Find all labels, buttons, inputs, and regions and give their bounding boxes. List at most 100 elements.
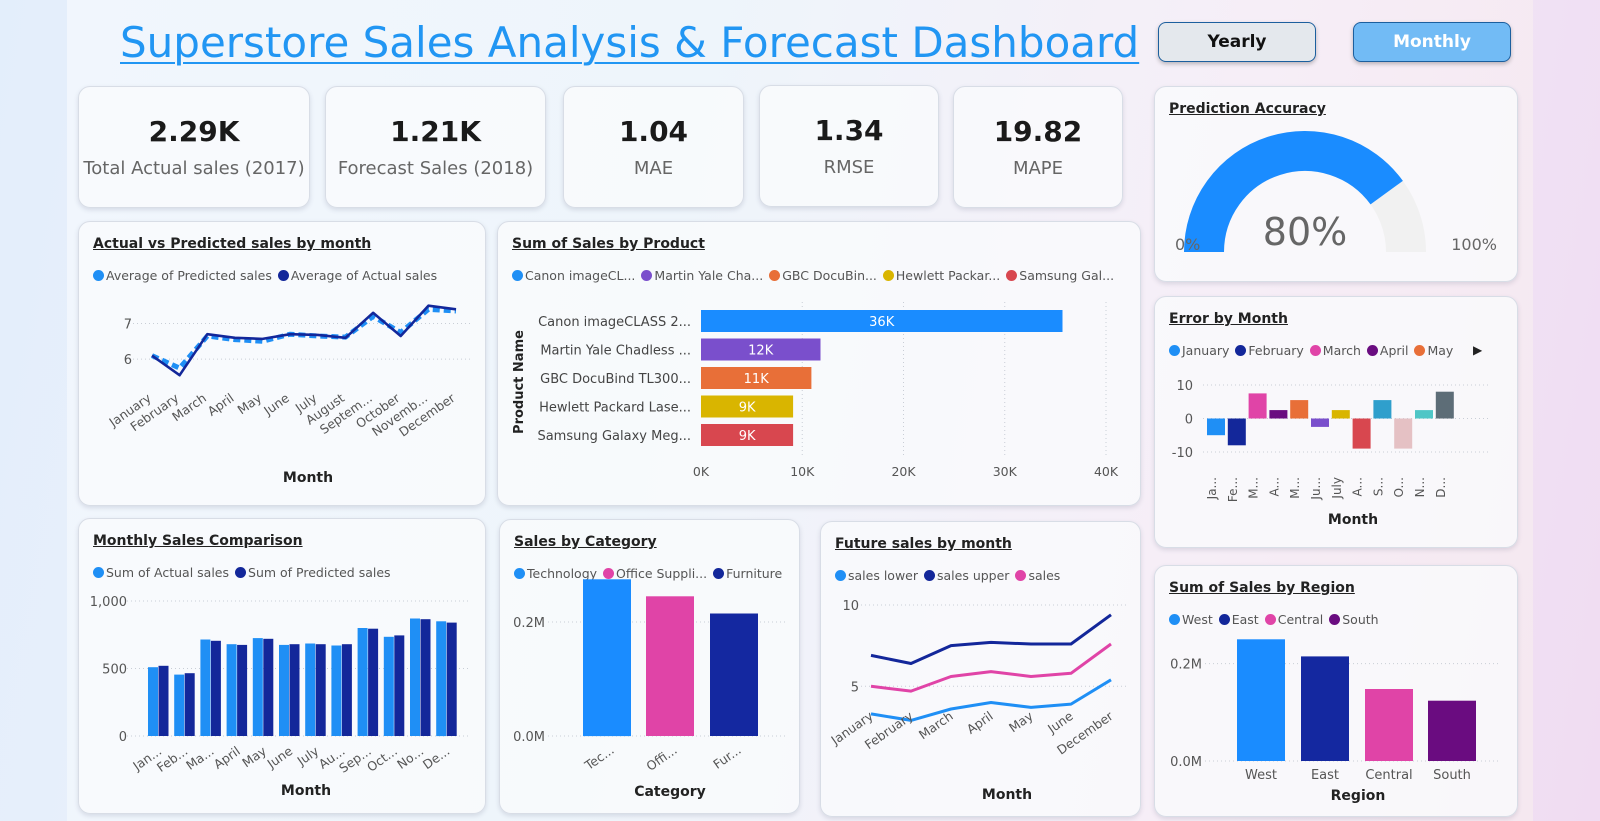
kpi-label: RMSE (823, 157, 875, 178)
x-tick-label: April (205, 390, 237, 419)
gauge-min-label: 0% (1175, 235, 1200, 254)
x-tick-label: June (263, 743, 295, 772)
x-tick-label: Ju... (1309, 477, 1323, 501)
bar (226, 644, 237, 736)
y-tick-label: 0 (1185, 413, 1193, 428)
y-tick-label: 7 (124, 318, 132, 333)
x-tick-label: South (1433, 768, 1471, 783)
x-tick-label: 0K (693, 464, 710, 479)
bar (289, 644, 300, 736)
bar (1290, 400, 1309, 419)
sales-by-category-card[interactable]: Sales by Category Technology Office Supp… (499, 519, 800, 814)
bar (1227, 418, 1246, 446)
prediction-accuracy-card[interactable]: Prediction Accuracy 80% 0% 100% (1154, 86, 1518, 282)
sales-by-product-card[interactable]: Sum of Sales by Product Canon imageCL...… (497, 221, 1141, 506)
y-tick-label: 0.2M (513, 616, 545, 631)
bar (1207, 418, 1225, 436)
y-tick-label: Martin Yale Chadless ... (540, 344, 691, 359)
kpi-mae: 1.04 MAE (563, 86, 744, 208)
x-tick-label: M... (1288, 477, 1302, 499)
x-axis-title: Month (982, 787, 1032, 803)
future-sales-card[interactable]: Future sales by month sales lower sales … (820, 521, 1141, 817)
error-by-month-card[interactable]: Error by Month January February March Ap… (1154, 296, 1518, 548)
bar (1248, 393, 1267, 419)
kpi-value: 1.04 (618, 115, 689, 148)
kpi-value: 1.21K (390, 115, 481, 148)
x-tick-label: A... (1267, 477, 1281, 496)
y-tick-label: 1,000 (90, 595, 127, 610)
x-tick-label: Offi... (643, 742, 679, 774)
gauge-value: 80% (1263, 210, 1347, 254)
bar (1311, 418, 1329, 427)
bar (252, 638, 263, 736)
kpi-label: Total Actual sales (2017) (83, 158, 305, 179)
chart-svg: 05001,000Jan...Feb...Ma...AprilMayJune Ju… (90, 595, 471, 799)
kpi-value: 1.34 (814, 114, 884, 147)
x-tick-label: Central (1365, 768, 1412, 783)
actual-vs-predicted-card[interactable]: Actual vs Predicted sales by month Avera… (78, 221, 486, 506)
y-tick-label: 0.0M (1170, 755, 1202, 770)
x-tick-label: 40K (1094, 464, 1119, 479)
bar (263, 638, 274, 736)
bar (174, 674, 185, 736)
bar (184, 673, 195, 736)
bar (1373, 400, 1392, 419)
x-axis-title: Category (634, 784, 706, 800)
chart-svg: 67JanuaryFebruaryMarchAprilMayJune JulyAu… (105, 304, 471, 486)
data-label: 9K (739, 429, 756, 444)
y-tick-label: 5 (851, 680, 859, 695)
bar (1269, 410, 1288, 419)
kpi-label: MAE (633, 158, 674, 179)
chart-svg: 0.0M 0.2M Tec... Offi... Fur...Category (513, 579, 785, 800)
bar (341, 644, 352, 736)
y-tick-label: -10 (1172, 446, 1193, 461)
chart-svg: 80% 0% 100% (1175, 131, 1497, 254)
x-tick-label: M... (1247, 477, 1261, 499)
monthly-sales-comparison-card[interactable]: Monthly Sales Comparison Sum of Actual s… (78, 518, 486, 814)
y-axis-title: Product Name (512, 330, 527, 434)
bar (394, 635, 405, 736)
sales-by-region-card[interactable]: Sum of Sales by Region West East Central… (1154, 565, 1518, 817)
yearly-button[interactable]: Yearly (1158, 22, 1316, 62)
x-tick-label: July (1330, 477, 1344, 500)
bar (1331, 410, 1350, 419)
chart-svg: 0K 10K 20K 30K 40K Canon imageCLASS 2... 36K Ma… (512, 302, 1119, 479)
dashboard-title: Superstore Sales Analysis & Forecast Das… (120, 18, 1140, 67)
kpi-label: MAPE (1012, 158, 1064, 179)
data-label: 12K (748, 344, 774, 359)
x-tick-label: De... (420, 743, 453, 772)
bar (148, 667, 158, 736)
x-tick-label: May (1006, 708, 1036, 735)
y-tick-label: 0 (119, 730, 127, 745)
x-tick-label: May (239, 743, 269, 770)
x-tick-label: July (294, 743, 322, 769)
bar (331, 645, 342, 736)
bar (1394, 418, 1413, 449)
y-tick-label: Canon imageCLASS 2... (538, 315, 691, 330)
x-tick-label: 20K (891, 464, 916, 479)
monthly-button[interactable]: Monthly (1353, 22, 1511, 62)
bar (200, 639, 211, 736)
chart-svg: 0.0M 0.2M West East Central South Region (1170, 639, 1500, 804)
x-tick-label: S... (1371, 477, 1385, 496)
y-tick-label: Samsung Galaxy Meg... (537, 429, 691, 444)
kpi-forecast-sales: 1.21K Forecast Sales (2018) (325, 86, 546, 208)
series-line (870, 642, 1112, 693)
series-line (870, 613, 1112, 665)
x-axis-title: Month (283, 470, 333, 486)
x-tick-label: No... (394, 743, 426, 772)
kpi-label: Forecast Sales (2018) (337, 158, 534, 179)
x-axis-title: Month (1328, 512, 1378, 528)
x-tick-label: 30K (993, 464, 1018, 479)
bar (315, 644, 326, 736)
bar (646, 596, 694, 736)
x-tick-label: May (234, 390, 264, 417)
bar (1352, 418, 1371, 449)
y-tick-label: 0.2M (1170, 658, 1202, 673)
bar (446, 622, 457, 736)
bar (710, 613, 758, 736)
bar (237, 644, 248, 736)
x-tick-label: April (211, 743, 243, 772)
y-tick-label: 6 (124, 353, 132, 368)
bar (1301, 656, 1349, 761)
